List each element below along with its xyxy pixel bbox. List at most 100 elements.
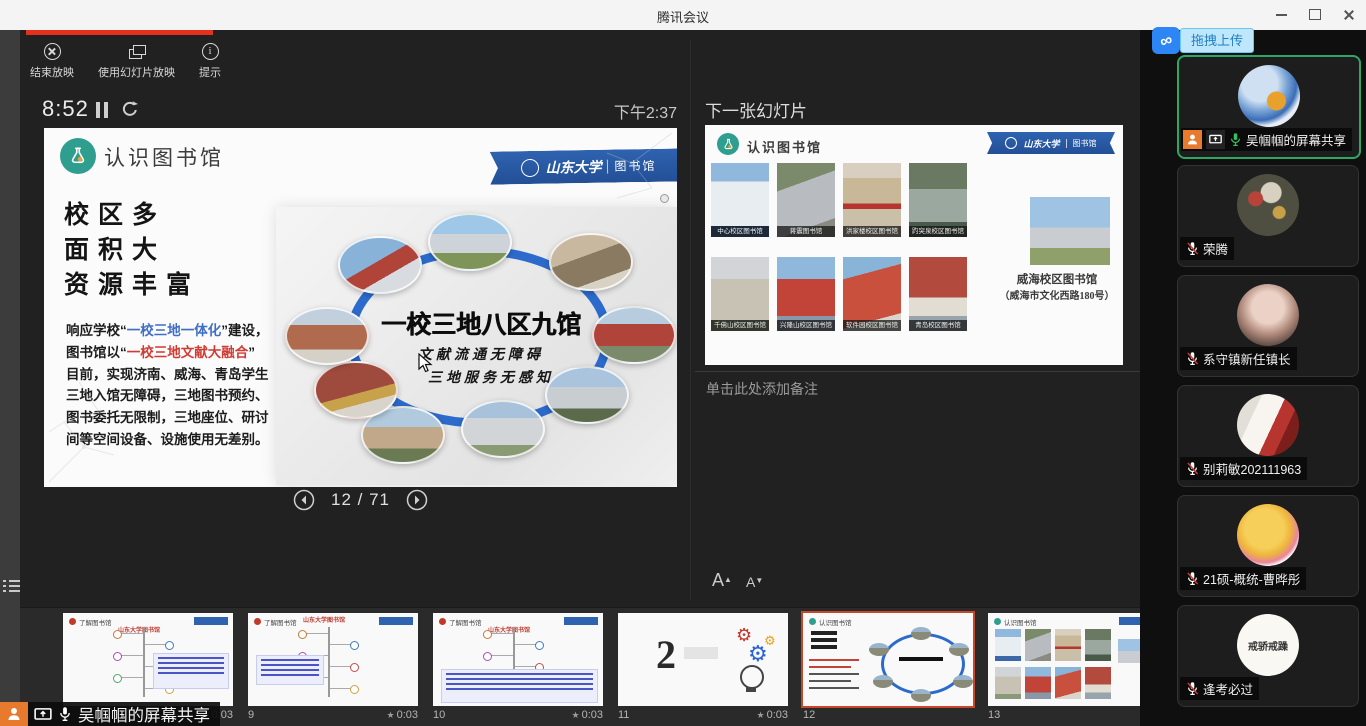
weihai-photo bbox=[1030, 197, 1110, 265]
keyword-line: 资源丰富 bbox=[64, 268, 200, 303]
minimize-button[interactable] bbox=[1264, 0, 1298, 29]
participant-name: 逢考必过 bbox=[1203, 679, 1253, 698]
library-photo-label: 蒋震图书馆 bbox=[777, 226, 835, 237]
filmstrip-thumb[interactable]: 了解图书馆山东大学图书馆 bbox=[63, 613, 233, 706]
tips-button[interactable]: 提示 bbox=[199, 43, 221, 80]
mouse-cursor bbox=[418, 353, 433, 374]
library-photo-label: 洪家楼校区图书馆 bbox=[843, 226, 901, 237]
library-photo: 青岛校区图书馆 bbox=[909, 257, 967, 331]
filmstrip-thumb[interactable]: 了解图书馆山东大学图书馆 bbox=[248, 613, 418, 706]
next-slide-title: 认识图书馆 bbox=[747, 137, 822, 156]
mic-muted-icon bbox=[1186, 351, 1199, 366]
library-photo-label: 软件园校区图书馆 bbox=[843, 320, 901, 331]
next-slide-label: 下一张幻灯片 bbox=[705, 97, 807, 122]
slide-pager: 12 / 71 bbox=[331, 490, 390, 510]
library-photo: 蒋震图书馆 bbox=[777, 163, 835, 237]
use-slideshow-button[interactable]: 使用幻灯片放映 bbox=[98, 45, 175, 80]
elapsed-timer: 8:52 bbox=[42, 96, 89, 122]
campus-photo-ellipse bbox=[461, 400, 545, 458]
campus-photo-ellipse bbox=[592, 306, 676, 364]
next-slide-preview[interactable]: 认识图书馆 山东大学 图书馆 中心校区图书馆蒋震图书馆洪家楼校区图书馆趵突泉校区… bbox=[705, 125, 1123, 365]
participant-name: 吴帼帼的屏幕共享 bbox=[1246, 130, 1346, 149]
screen-share-indicator[interactable]: 吴帼帼的屏幕共享 bbox=[0, 702, 220, 726]
slideshow-icon bbox=[129, 45, 145, 60]
weihai-caption: 威海校区图书馆 （威海市文化西路180号） bbox=[993, 271, 1121, 302]
slide-title: 认识图书馆 bbox=[104, 142, 224, 172]
share-badge-icon bbox=[1206, 130, 1225, 149]
participant-name: 别莉敏202111963 bbox=[1203, 459, 1301, 478]
filmstrip-thumb[interactable]: 认识图书馆 bbox=[803, 613, 973, 706]
thumb-number: 11 bbox=[618, 709, 629, 721]
participant-tile[interactable]: 荣腾 bbox=[1177, 165, 1359, 267]
filmstrip-thumb[interactable]: 了解图书馆山东大学图书馆 bbox=[433, 613, 603, 706]
notes-placeholder[interactable]: 单击此处添加备注 bbox=[706, 379, 818, 399]
library-photo: 千佛山校区图书馆 bbox=[711, 257, 769, 331]
participant-avatar bbox=[1237, 284, 1299, 346]
prev-slide-button[interactable] bbox=[293, 489, 315, 511]
flask-icon-small bbox=[717, 133, 739, 155]
font-increase-button[interactable]: A▲ bbox=[712, 570, 732, 591]
share-screen-icon bbox=[34, 707, 52, 722]
participant-tile[interactable]: 戒骄戒躁逢考必过 bbox=[1177, 605, 1359, 707]
person-badge-icon bbox=[1183, 130, 1202, 149]
library-photo: 兴隆山校区图书馆 bbox=[777, 257, 835, 331]
next-slide-button[interactable] bbox=[406, 489, 428, 511]
library-photo: 趵突泉校区图书馆 bbox=[909, 163, 967, 237]
participant-name: 荣腾 bbox=[1203, 239, 1228, 258]
participant-tile[interactable]: 别莉敏202111963 bbox=[1177, 385, 1359, 487]
drag-upload-button[interactable]: 拖拽上传 bbox=[1180, 28, 1254, 53]
library-photo-label: 兴隆山校区图书馆 bbox=[777, 320, 835, 331]
netdisk-logo-icon[interactable]: ∞ bbox=[1152, 27, 1180, 54]
participant-tile[interactable]: 系守镇新任镇长 bbox=[1177, 275, 1359, 377]
restart-timer-button[interactable] bbox=[120, 99, 140, 119]
thumb-number: 9 bbox=[248, 709, 254, 721]
diagram-headline: 一校三地八区九馆 bbox=[361, 305, 601, 341]
thumb-number: 10 bbox=[433, 709, 445, 721]
end-show-label: 结束放映 bbox=[30, 64, 74, 80]
filmstrip-thumb[interactable]: 认识图书馆 bbox=[988, 613, 1158, 706]
library-photo-label: 趵突泉校区图书馆 bbox=[909, 226, 967, 237]
pause-timer-button[interactable] bbox=[96, 102, 110, 118]
campus-photo-ellipse bbox=[285, 307, 369, 365]
participant-tile[interactable]: 吴帼帼的屏幕共享 bbox=[1177, 55, 1361, 159]
flask-icon bbox=[60, 138, 96, 174]
library-photo-label: 中心校区图书馆 bbox=[711, 226, 769, 237]
library-photo-label: 青岛校区图书馆 bbox=[909, 320, 967, 331]
participant-avatar bbox=[1237, 504, 1299, 566]
current-slide[interactable]: 认识图书馆 山东大学 图书馆 校区多面积大资源丰富 响应学校“一校三地一体化”建… bbox=[44, 128, 677, 487]
presenter-toolbar: 结束放映 使用幻灯片放映 提示 bbox=[30, 43, 221, 80]
filmstrip-thumb[interactable]: 2⚙⚙⚙ bbox=[618, 613, 788, 706]
mic-on-icon bbox=[1229, 132, 1242, 147]
participant-tile[interactable]: 21硕-概统-曹晔彤 bbox=[1177, 495, 1359, 597]
mic-icon bbox=[58, 706, 72, 722]
end-show-icon bbox=[44, 43, 61, 60]
participant-avatar bbox=[1238, 65, 1300, 127]
tencent-meeting-window: 腾讯会议 结束放映 使用幻灯片放映 提示 8:52 下午2:37 bbox=[0, 0, 1366, 726]
decorative-dot bbox=[660, 194, 669, 203]
library-photo: 中心校区图书馆 bbox=[711, 163, 769, 237]
thumb-number: 12 bbox=[803, 709, 815, 721]
mic-muted-icon bbox=[1186, 681, 1199, 696]
mic-muted-icon bbox=[1186, 571, 1199, 586]
use-slideshow-label: 使用幻灯片放映 bbox=[98, 64, 175, 80]
participant-name: 21硕-概统-曹晔彤 bbox=[1203, 569, 1300, 588]
slide-navigation: 12 / 71 bbox=[44, 489, 677, 511]
thumb-duration: ★0:03 bbox=[387, 709, 419, 721]
next-banner: 山东大学 图书馆 bbox=[987, 132, 1115, 154]
campus-photo-ellipse bbox=[549, 233, 633, 291]
library-photo: 洪家楼校区图书馆 bbox=[843, 163, 901, 237]
maximize-button[interactable] bbox=[1298, 0, 1332, 29]
font-decrease-button[interactable]: A▼ bbox=[746, 574, 763, 590]
tips-icon bbox=[202, 43, 219, 60]
diagram-subline-1: 文献流通无障碍 bbox=[371, 344, 591, 364]
keyword-line: 面积大 bbox=[64, 233, 200, 268]
university-seal-icon bbox=[521, 158, 539, 176]
current-time: 下午2:37 bbox=[560, 99, 677, 123]
campus-diagram: 一校三地八区九馆 文献流通无障碍 三地服务无感知 bbox=[276, 207, 677, 485]
participant-avatar bbox=[1237, 174, 1299, 236]
end-show-button[interactable]: 结束放映 bbox=[30, 43, 74, 80]
close-button[interactable] bbox=[1332, 0, 1366, 29]
keyword-line: 校区多 bbox=[64, 198, 200, 233]
mic-muted-icon bbox=[1186, 461, 1199, 476]
campus-photo-ellipse bbox=[428, 213, 512, 271]
